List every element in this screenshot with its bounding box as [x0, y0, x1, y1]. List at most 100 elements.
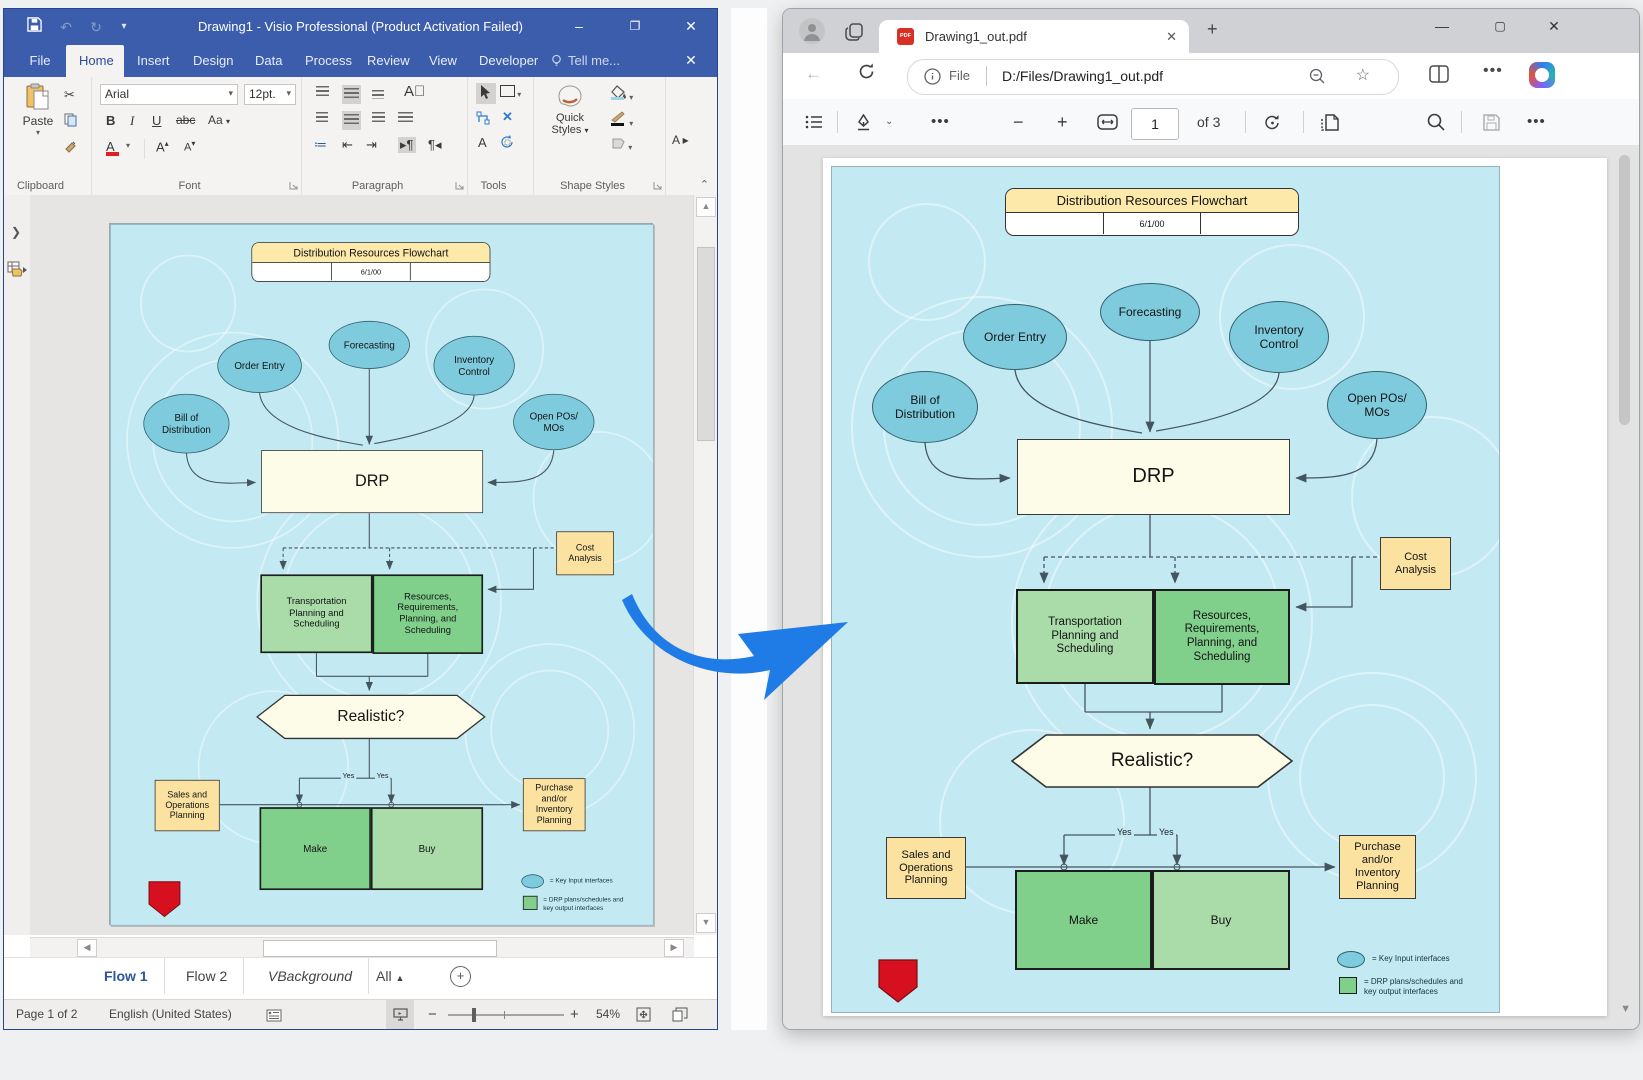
save-icon[interactable] — [20, 9, 48, 45]
close-button[interactable]: ✕ — [668, 9, 714, 45]
expand-shapes-icon[interactable]: ❯ — [11, 225, 21, 239]
justify-icon[interactable] — [398, 111, 413, 126]
fit-width-icon[interactable] — [1097, 99, 1118, 145]
fit-page-button[interactable] — [636, 1000, 651, 1029]
page-view-icon[interactable] — [1321, 99, 1339, 145]
pdf-save-icon[interactable] — [1483, 99, 1500, 145]
macro-record-icon[interactable] — [266, 1000, 282, 1029]
decrease-indent-icon[interactable]: ⇤ — [342, 137, 353, 153]
status-language[interactable]: English (United States) — [109, 1000, 232, 1029]
pdf-scroll-down-icon[interactable]: ▼ — [1620, 1003, 1631, 1015]
increase-indent-icon[interactable]: ⇥ — [366, 137, 377, 153]
quick-styles-button[interactable]: Quick Styles ▾ — [542, 83, 598, 136]
bold-button[interactable]: B — [106, 113, 115, 128]
browser-tab[interactable]: PDF Drawing1_out.pdf ✕ — [879, 20, 1189, 53]
vertical-scrollbar[interactable]: ▲ ▼ — [693, 195, 717, 935]
zoom-percent[interactable]: 54% — [596, 1000, 620, 1029]
maximize-button[interactable]: ❐ — [612, 9, 658, 45]
scroll-down-icon[interactable]: ▼ — [696, 913, 716, 933]
zoom-slider-thumb[interactable] — [472, 1008, 476, 1022]
pen-caret-icon[interactable]: ⌄ — [885, 99, 893, 145]
font-name-combo[interactable]: Arial▾ — [100, 84, 238, 105]
node-transportation[interactable]: Transportation Planning and Scheduling — [260, 574, 372, 653]
node-forecasting[interactable]: Forecasting — [329, 321, 410, 369]
menu-tab-home[interactable]: Home — [66, 45, 124, 77]
cut-icon[interactable]: ✂ — [64, 87, 75, 103]
split-screen-icon[interactable] — [1429, 65, 1449, 88]
menu-tab-design[interactable]: Design — [180, 45, 242, 77]
hscroll-thumb[interactable] — [263, 940, 497, 957]
align-center-icon[interactable] — [342, 111, 361, 130]
ribbon-collapse-icon[interactable]: ⌃ — [700, 178, 709, 191]
scroll-up-icon[interactable]: ▲ — [696, 197, 716, 217]
node-order-entry[interactable]: Order Entry — [217, 338, 302, 393]
copilot-icon[interactable] — [1529, 62, 1555, 88]
scroll-right-icon[interactable]: ▶ — [664, 939, 684, 957]
node-drp[interactable]: DRP — [261, 450, 483, 513]
delete-tool-icon[interactable]: ✕ — [502, 109, 513, 125]
toc-icon[interactable] — [805, 99, 823, 145]
align-right-icon[interactable] — [372, 111, 385, 126]
rotate-pages-icon[interactable] — [1263, 99, 1282, 145]
strikethrough-button[interactable]: abc — [176, 113, 195, 127]
rotate-tool-icon[interactable] — [500, 135, 515, 153]
zoom-in-button[interactable]: + — [570, 1000, 579, 1029]
address-bar[interactable]: File D:/Files/Drawing1_out.pdf ☆ — [907, 59, 1399, 95]
copy-icon[interactable] — [64, 113, 78, 130]
format-painter-icon[interactable] — [64, 139, 78, 156]
node-cost-analysis[interactable]: Cost Analysis — [556, 531, 614, 575]
stencil-icon[interactable] — [7, 261, 27, 282]
flowchart-title-block[interactable]: Distribution Resources Flowchart6/1/00 — [251, 242, 490, 282]
add-page-button[interactable]: + — [450, 966, 471, 987]
node-purchase[interactable]: Purchase and/or Inventory Planning — [523, 778, 586, 831]
node-inventory-control[interactable]: Inventory Control — [433, 336, 514, 396]
align-left-icon[interactable] — [316, 111, 328, 126]
back-icon[interactable]: ← — [805, 64, 822, 84]
menu-tab-insert[interactable]: Insert — [124, 45, 180, 77]
connector-tool-icon[interactable] — [476, 111, 490, 128]
ribbon-overflow-icon[interactable]: A ▸ — [672, 133, 689, 147]
browser-menu-icon[interactable]: ••• — [1483, 62, 1503, 80]
browser-minimize-button[interactable]: — — [1419, 9, 1465, 45]
zoom-slider-track[interactable] — [448, 1014, 564, 1016]
draw-pen-icon[interactable] — [855, 99, 872, 145]
qat-caret-icon[interactable]: ▾ — [110, 9, 138, 45]
paste-button[interactable]: Paste ▾ — [18, 83, 58, 137]
menu-tab-review[interactable]: Review — [354, 45, 416, 77]
rectangle-tool-icon[interactable]: ▾ — [500, 85, 521, 100]
line-color-icon[interactable]: ▾ — [610, 111, 633, 129]
pdf-more-tools-icon[interactable]: ••• — [931, 99, 950, 145]
node-bill-of-distribution[interactable]: Bill of Distribution — [143, 394, 229, 454]
all-pages-button[interactable]: All ▲ — [360, 958, 420, 994]
node-realistic[interactable]: Realistic? — [257, 695, 485, 738]
bullets-icon[interactable]: ≔ — [314, 137, 327, 153]
node-sales[interactable]: Sales and Operations Planning — [155, 780, 220, 831]
menu-tab-file[interactable]: File — [14, 45, 66, 77]
font-dialog-launcher-icon[interactable] — [289, 181, 298, 190]
align-middle-icon[interactable] — [342, 85, 361, 104]
menu-tab-developer[interactable]: Developer — [466, 45, 542, 77]
align-top-icon[interactable] — [316, 85, 329, 100]
horizontal-scrollbar[interactable]: ◀ ▶ — [30, 937, 694, 958]
browser-close-button[interactable]: ✕ — [1531, 9, 1577, 45]
zoom-indicator-icon[interactable] — [1309, 68, 1326, 85]
paragraph-ltr-icon[interactable]: ▸¶ — [398, 137, 416, 153]
redo-icon[interactable]: ↻ — [82, 9, 110, 45]
menu-tab-process[interactable]: Process — [292, 45, 354, 77]
minimize-button[interactable]: – — [556, 9, 602, 45]
pdf-search-icon[interactable] — [1427, 99, 1445, 145]
text-direction-icon[interactable]: A⃕ — [404, 83, 425, 100]
node-resources[interactable]: Resources, Requirements, Planning, and S… — [373, 574, 484, 654]
page-number-input[interactable] — [1131, 108, 1179, 140]
workspaces-icon[interactable] — [845, 23, 865, 46]
text-tool-button[interactable]: A — [478, 135, 487, 150]
status-page-indicator[interactable]: Page 1 of 2 — [16, 1000, 77, 1029]
address-url[interactable]: D:/Files/Drawing1_out.pdf — [1002, 60, 1163, 92]
font-color-button[interactable]: A — [106, 139, 119, 156]
node-buy[interactable]: Buy — [371, 807, 483, 890]
zoom-out-button[interactable]: − — [428, 1000, 437, 1029]
switch-windows-button[interactable] — [672, 1000, 688, 1029]
shrink-font-button[interactable]: A▾ — [184, 139, 195, 154]
close-document-icon[interactable]: ✕ — [668, 45, 714, 77]
tab-close-icon[interactable]: ✕ — [1166, 20, 1177, 53]
